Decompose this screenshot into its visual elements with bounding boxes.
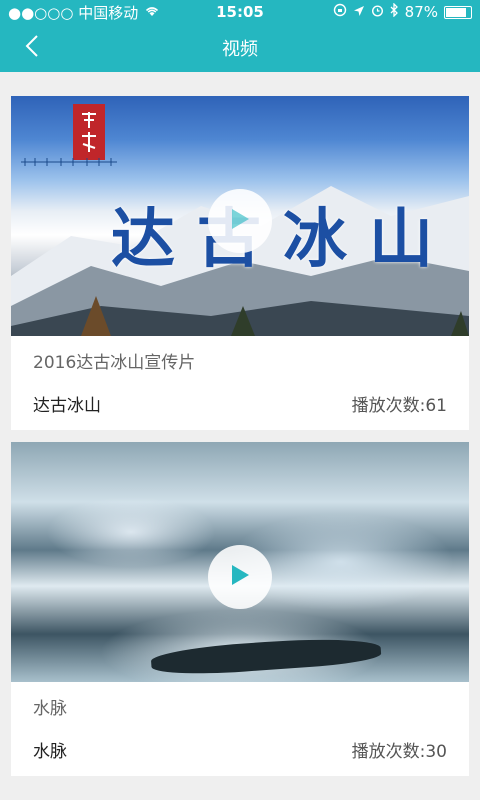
play-button[interactable] — [208, 545, 272, 609]
video-card[interactable]: 达古冰山 2016达古冰山宣传片 达古冰山 播放次数:61 — [11, 96, 469, 430]
rock-image — [150, 634, 382, 678]
location-icon — [353, 3, 365, 21]
video-list: 达古冰山 2016达古冰山宣传片 达古冰山 播放次数:61 水脉 水脉 播放次数… — [0, 72, 480, 776]
page-title: 视频 — [222, 39, 258, 60]
tibetan-logo-text — [21, 156, 117, 171]
video-meta: 水脉 播放次数:30 — [33, 736, 447, 762]
nav-bar: 视频 — [0, 24, 480, 72]
play-count: 播放次数:61 — [351, 395, 447, 416]
carrier-label: ●●○○○ 中国移动 — [8, 3, 139, 22]
video-info: 2016达古冰山宣传片 达古冰山 播放次数:61 — [11, 336, 469, 430]
play-button[interactable] — [208, 189, 272, 253]
back-button[interactable] — [12, 24, 52, 72]
rotation-lock-icon — [333, 3, 347, 21]
thumbnail-title: 达古冰山 — [111, 202, 455, 277]
play-icon — [229, 207, 251, 235]
video-info: 水脉 水脉 播放次数:30 — [11, 682, 469, 776]
video-description: 2016达古冰山宣传片 — [33, 353, 196, 373]
battery-icon — [444, 5, 472, 19]
chevron-left-icon — [25, 34, 39, 63]
status-bar: ●●○○○ 中国移动 15:05 87% — [0, 0, 480, 24]
video-name: 水脉 — [33, 741, 67, 762]
video-thumbnail[interactable] — [11, 442, 469, 682]
alarm-icon — [371, 3, 384, 21]
bluetooth-icon — [390, 2, 399, 21]
battery-percent: 87% — [404, 3, 438, 21]
play-count: 播放次数:30 — [351, 741, 447, 762]
logo-badge — [73, 104, 105, 160]
video-card[interactable]: 水脉 水脉 播放次数:30 — [11, 442, 469, 776]
play-icon — [229, 563, 251, 591]
video-name: 达古冰山 — [33, 395, 101, 416]
video-thumbnail[interactable]: 达古冰山 — [11, 96, 469, 336]
video-description: 水脉 — [33, 699, 67, 719]
wifi-icon — [144, 3, 160, 21]
video-meta: 达古冰山 播放次数:61 — [33, 390, 447, 416]
